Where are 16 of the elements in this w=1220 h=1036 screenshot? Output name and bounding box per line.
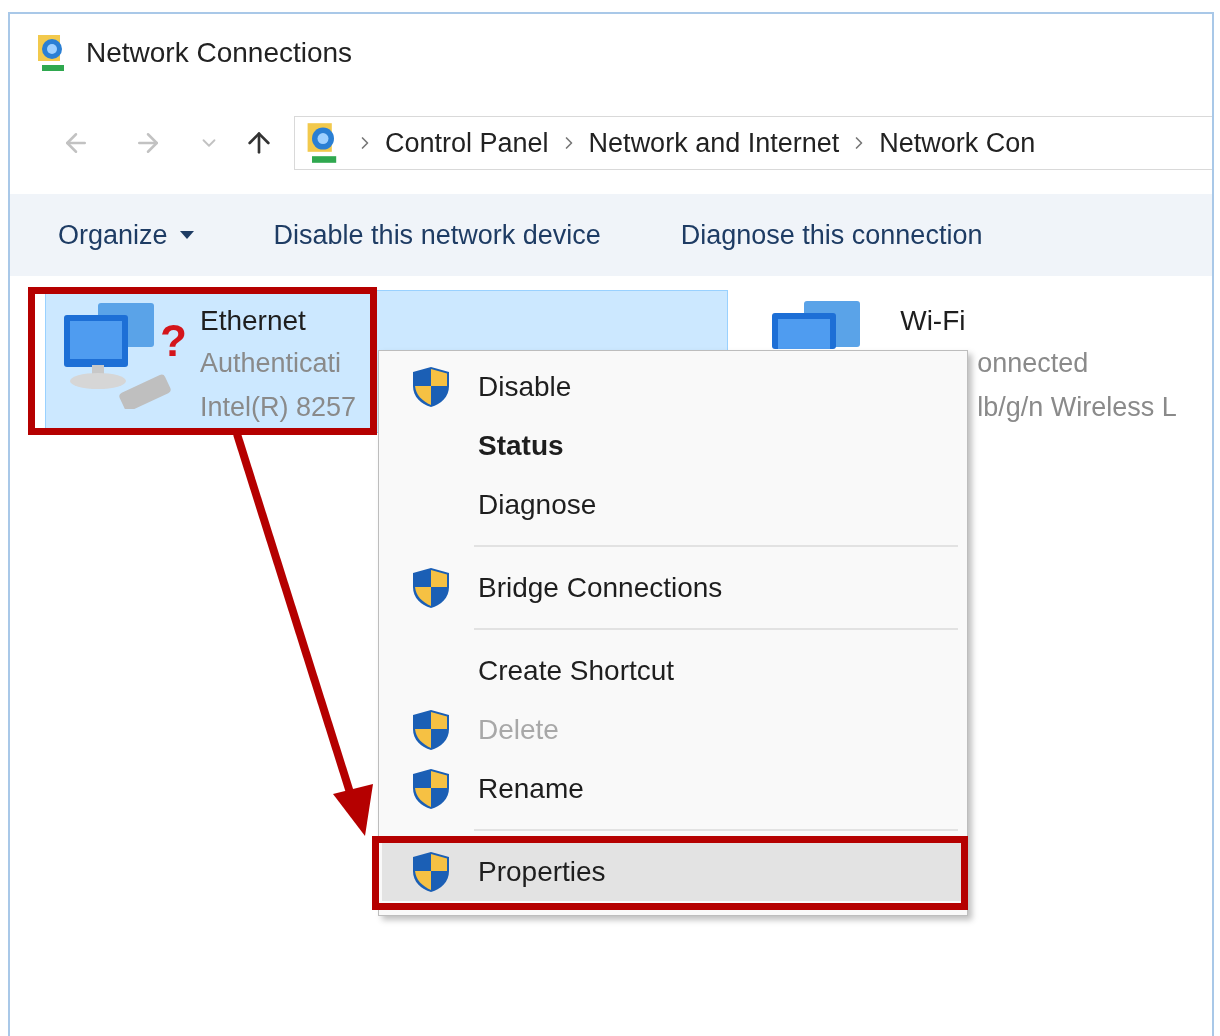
menu-item-label: Properties xyxy=(478,855,606,888)
menu-item-label: Bridge Connections xyxy=(478,571,723,604)
menu-item-label: Status xyxy=(478,429,564,462)
connection-name: Ethernet xyxy=(200,304,307,338)
adapter-name: Intel(R) 8257 xyxy=(200,391,357,424)
menu-item-label: Create Shortcut xyxy=(478,654,675,687)
connection-status: onnected xyxy=(976,347,1090,380)
menu-item-label: Disable xyxy=(478,370,572,403)
connection-status: Authenticati xyxy=(200,347,343,380)
adapter-name: lb/g/n Wireless L xyxy=(976,391,1177,424)
menu-item-label: Diagnose xyxy=(478,488,597,521)
menu-item-label: Delete xyxy=(478,713,559,746)
menu-item-label: Rename xyxy=(478,772,584,805)
question-mark: ? xyxy=(160,319,187,363)
connection-name: Wi-Fi xyxy=(900,304,967,338)
window-title: Network Connections xyxy=(86,37,353,69)
